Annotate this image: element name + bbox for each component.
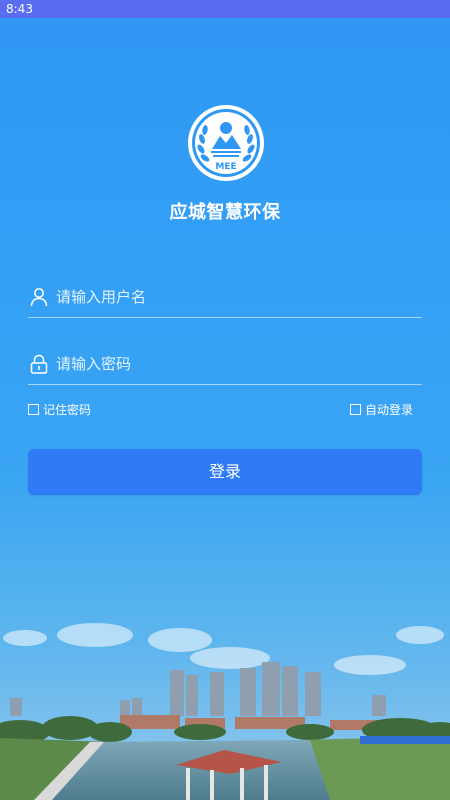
app-title: 应城智慧环保 [169,202,281,223]
remember-password-label: 记住密码 [43,402,92,417]
login-screen: 8:43 MEE 应城智慧环保 请输入用户名 记住密码 自动登录 登录 [0,0,450,800]
username-field[interactable] [28,278,422,318]
password-underline [28,384,422,385]
logo-text: MEE [215,162,236,172]
auto-login-option[interactable]: 自动登录 [350,401,413,417]
auto-login-checkbox[interactable] [350,403,361,415]
remember-password-option[interactable]: 记住密码 [28,401,91,417]
mee-emblem-icon: MEE [188,105,264,181]
username-input[interactable] [56,282,416,312]
password-field[interactable] [28,345,422,385]
username-underline [28,317,422,318]
remember-password-checkbox[interactable] [28,403,39,415]
user-icon [30,288,48,307]
city-scenery-image [0,560,450,800]
password-input[interactable] [56,349,416,379]
auto-login-label: 自动登录 [365,402,414,417]
status-bar: 8:43 [0,0,450,18]
lock-icon [30,354,48,374]
login-button[interactable]: 登录 [28,449,422,495]
status-time: 8:43 [6,2,33,16]
